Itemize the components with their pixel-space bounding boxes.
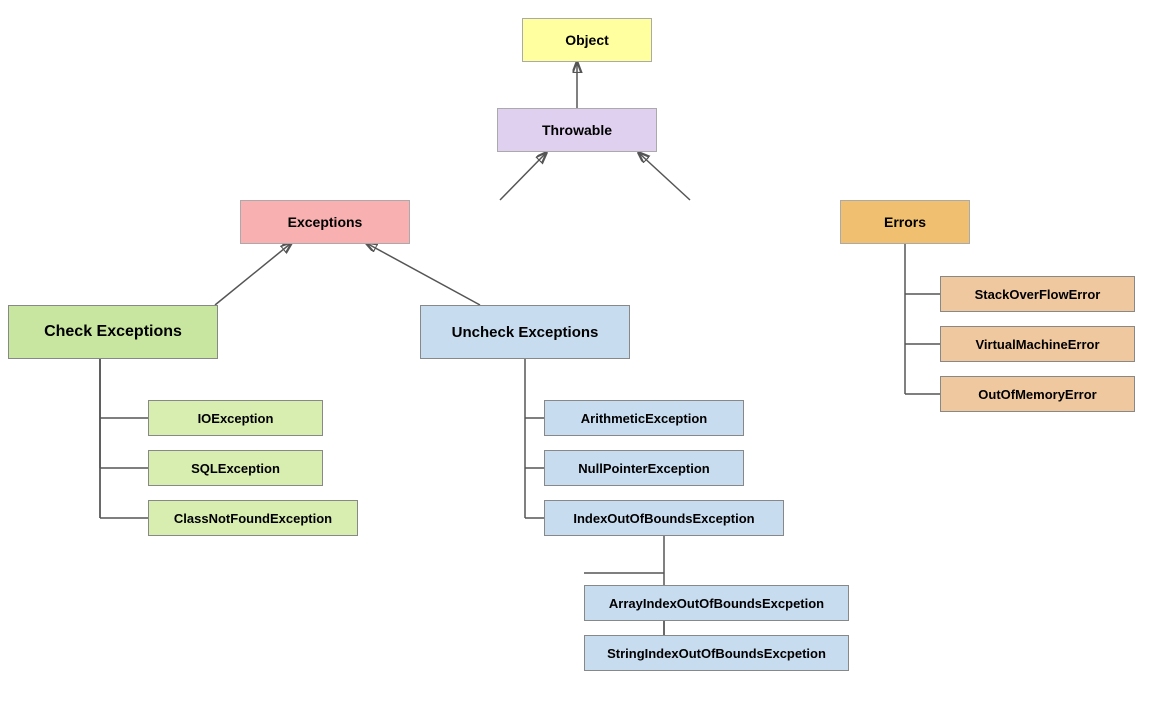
node-stackoverflow: StackOverFlowError xyxy=(940,276,1135,312)
node-classnotfound: ClassNotFoundException xyxy=(148,500,358,536)
label-check-exceptions: Check Exceptions xyxy=(44,323,182,341)
label-outofmemory: OutOfMemoryError xyxy=(978,387,1096,402)
node-virtualmachine: VirtualMachineError xyxy=(940,326,1135,362)
label-throwable: Throwable xyxy=(542,122,612,138)
label-sqlexception: SQLException xyxy=(191,461,280,476)
node-sqlexception: SQLException xyxy=(148,450,323,486)
node-stringindex: StringIndexOutOfBoundsExcpetion xyxy=(584,635,849,671)
label-arrayindex: ArrayIndexOutOfBoundsExcpetion xyxy=(609,596,824,611)
diagram: Object Throwable Exceptions Errors Check… xyxy=(0,0,1168,701)
node-throwable: Throwable xyxy=(497,108,657,152)
label-nullpointer: NullPointerException xyxy=(578,461,709,476)
label-stackoverflow: StackOverFlowError xyxy=(975,287,1101,302)
node-uncheck-exceptions: Uncheck Exceptions xyxy=(420,305,630,359)
node-arithmetic: ArithmeticException xyxy=(544,400,744,436)
label-errors: Errors xyxy=(884,214,926,230)
node-errors: Errors xyxy=(840,200,970,244)
node-arrayindex: ArrayIndexOutOfBoundsExcpetion xyxy=(584,585,849,621)
label-classnotfound: ClassNotFoundException xyxy=(174,511,332,526)
node-nullpointer: NullPointerException xyxy=(544,450,744,486)
node-ioexception: IOException xyxy=(148,400,323,436)
node-exceptions: Exceptions xyxy=(240,200,410,244)
label-arithmetic: ArithmeticException xyxy=(581,411,707,426)
node-check-exceptions: Check Exceptions xyxy=(8,305,218,359)
label-object: Object xyxy=(565,32,609,48)
label-virtualmachine: VirtualMachineError xyxy=(975,337,1099,352)
label-uncheck-exceptions: Uncheck Exceptions xyxy=(452,324,599,341)
label-stringindex: StringIndexOutOfBoundsExcpetion xyxy=(607,646,826,661)
node-outofmemory: OutOfMemoryError xyxy=(940,376,1135,412)
node-object: Object xyxy=(522,18,652,62)
label-exceptions: Exceptions xyxy=(288,214,363,230)
node-indexoutofbounds: IndexOutOfBoundsException xyxy=(544,500,784,536)
label-indexoutofbounds: IndexOutOfBoundsException xyxy=(573,511,754,526)
label-ioexception: IOException xyxy=(198,411,274,426)
